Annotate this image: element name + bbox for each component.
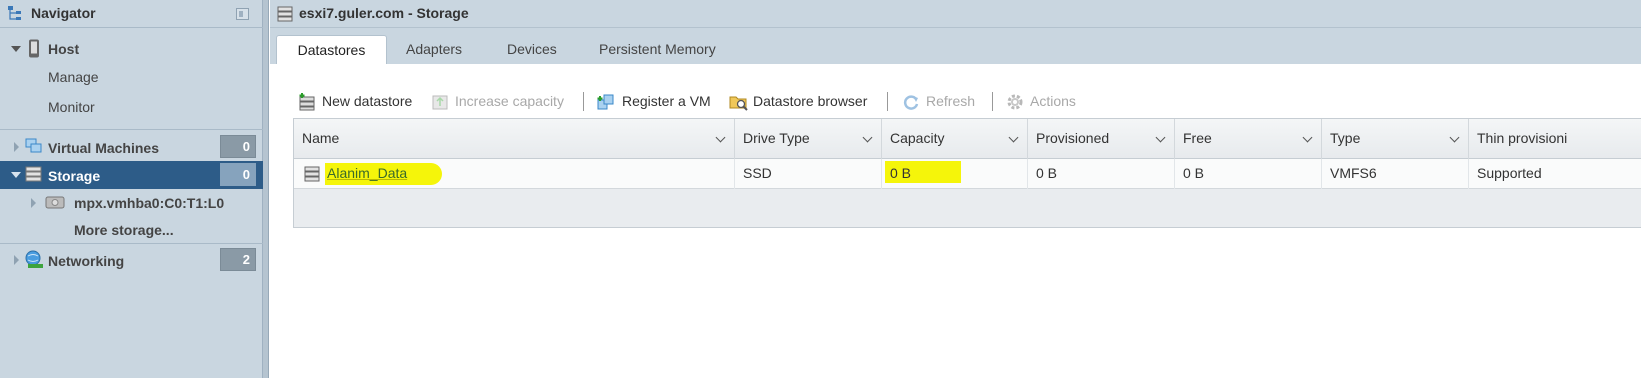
nav-label-manage: Manage (48, 69, 99, 85)
disk-icon (45, 196, 65, 209)
tab-persistent-memory[interactable]: Persistent Memory (599, 35, 716, 64)
nav-item-monitor[interactable]: Monitor (0, 93, 263, 121)
host-icon (29, 39, 39, 58)
chevron-down-icon[interactable] (1449, 132, 1460, 143)
nav-item-storage[interactable]: Storage 0 (0, 161, 263, 189)
chevron-down-icon[interactable] (715, 132, 726, 143)
count-badge: 2 (220, 248, 256, 271)
nav-label-host: Host (48, 41, 80, 57)
cell-free: 0 B (1175, 159, 1322, 189)
table-header: Name Drive Type Capacity Provisioned Fre… (294, 119, 1641, 159)
refresh-icon (903, 95, 919, 110)
tab-adapters[interactable]: Adapters (406, 35, 462, 64)
new-datastore-icon (299, 93, 315, 111)
nav-item-virtual-machines[interactable]: Virtual Machines 0 (0, 133, 263, 161)
caret-right-icon[interactable] (14, 142, 19, 152)
new-datastore-button[interactable]: New datastore (298, 88, 418, 114)
networking-icon (25, 250, 43, 268)
navigator-header: Navigator (0, 0, 263, 28)
register-vm-button[interactable]: Register a VM (597, 88, 717, 114)
cell-name[interactable]: Alanim_Data (294, 159, 735, 189)
datastore-name-link[interactable]: Alanim_Data (327, 165, 407, 181)
new-datastore-label: New datastore (322, 93, 413, 109)
nav-label-storage: Storage (48, 168, 101, 184)
datastore-browser-label: Datastore browser (753, 93, 868, 109)
increase-capacity-button[interactable]: Increase capacity (431, 88, 571, 114)
actions-button[interactable]: Actions (1006, 88, 1086, 114)
collapse-panel-icon[interactable] (236, 8, 249, 20)
panel-splitter[interactable] (263, 0, 269, 378)
register-vm-icon (597, 94, 614, 110)
tab-bar: Datastores Adapters Devices Persistent M… (270, 28, 1641, 64)
virtual-machines-icon (25, 138, 42, 153)
datastores-table: Name Drive Type Capacity Provisioned Fre… (293, 118, 1641, 228)
increase-capacity-label: Increase capacity (455, 93, 564, 109)
cell-drive-type: SSD (735, 159, 882, 189)
caret-right-icon[interactable] (14, 255, 19, 265)
cell-provisioned: 0 B (1028, 159, 1175, 189)
nav-label-monitor: Monitor (48, 99, 95, 115)
column-header-provisioned[interactable]: Provisioned (1028, 119, 1175, 159)
nav-divider (0, 243, 263, 244)
nav-item-networking[interactable]: Networking 2 (0, 246, 263, 274)
caret-down-icon[interactable] (11, 172, 21, 178)
count-badge: 0 (220, 135, 256, 158)
datastore-browser-icon (729, 96, 748, 111)
column-header-capacity[interactable]: Capacity (882, 119, 1028, 159)
nav-item-manage[interactable]: Manage (0, 63, 263, 91)
register-vm-label: Register a VM (622, 93, 711, 109)
nav-label-device: mpx.vmhba0:C0:T1:L0 (74, 195, 225, 211)
increase-capacity-icon (432, 95, 448, 110)
page-title: esxi7.guler.com - Storage (299, 5, 469, 21)
column-header-thin-provisioning[interactable]: Thin provisioni (1469, 119, 1641, 159)
chevron-down-icon[interactable] (1008, 132, 1019, 143)
column-header-type[interactable]: Type (1322, 119, 1469, 159)
column-header-free[interactable]: Free (1175, 119, 1322, 159)
datastore-icon (304, 166, 320, 182)
tab-devices[interactable]: Devices (507, 35, 557, 64)
toolbar-separator (887, 92, 888, 111)
column-header-drive-type[interactable]: Drive Type (735, 119, 882, 159)
navigator-tree-icon (8, 6, 21, 20)
nav-label-networking: Networking (48, 253, 125, 269)
chevron-down-icon[interactable] (1155, 132, 1166, 143)
refresh-label: Refresh (926, 93, 976, 109)
chevron-down-icon[interactable] (862, 132, 873, 143)
cell-thin-provisioning: Supported (1477, 165, 1542, 181)
storage-icon (25, 166, 42, 182)
actions-label: Actions (1030, 93, 1076, 109)
toolbar-separator (992, 92, 993, 111)
cell-type: VMFS6 (1322, 159, 1469, 189)
page-title-bar: esxi7.guler.com - Storage (270, 0, 1641, 28)
storage-icon (277, 6, 293, 22)
table-row[interactable]: Alanim_Data SSD 0 B 0 B 0 B VMFS6 Suppor… (294, 159, 1641, 189)
nav-label-more-storage: More storage... (74, 222, 174, 238)
nav-item-device[interactable]: mpx.vmhba0:C0:T1:L0 (0, 189, 263, 217)
navigator-title: Navigator (31, 5, 96, 21)
datastore-browser-button[interactable]: Datastore browser (729, 88, 874, 114)
gear-icon (1007, 94, 1023, 110)
main-panel: esxi7.guler.com - Storage Datastores Ada… (270, 0, 1641, 378)
column-header-name[interactable]: Name (294, 119, 735, 159)
tab-datastores[interactable]: Datastores (276, 35, 387, 64)
nav-item-host[interactable]: Host (0, 35, 263, 63)
toolbar: New datastore Increase capacity Register… (293, 88, 1633, 114)
chevron-down-icon[interactable] (1302, 132, 1313, 143)
count-badge: 0 (220, 163, 256, 186)
nav-item-more-storage[interactable]: More storage... (0, 216, 263, 244)
navigator-panel: Navigator Host Manage Monitor Virtual Ma… (0, 0, 263, 378)
cell-capacity: 0 B (882, 159, 1028, 189)
toolbar-separator (583, 92, 584, 111)
caret-down-icon[interactable] (11, 46, 21, 52)
refresh-button[interactable]: Refresh (902, 88, 982, 114)
nav-label-virtual-machines: Virtual Machines (48, 140, 160, 156)
caret-right-icon[interactable] (31, 198, 36, 208)
nav-divider (0, 129, 263, 130)
